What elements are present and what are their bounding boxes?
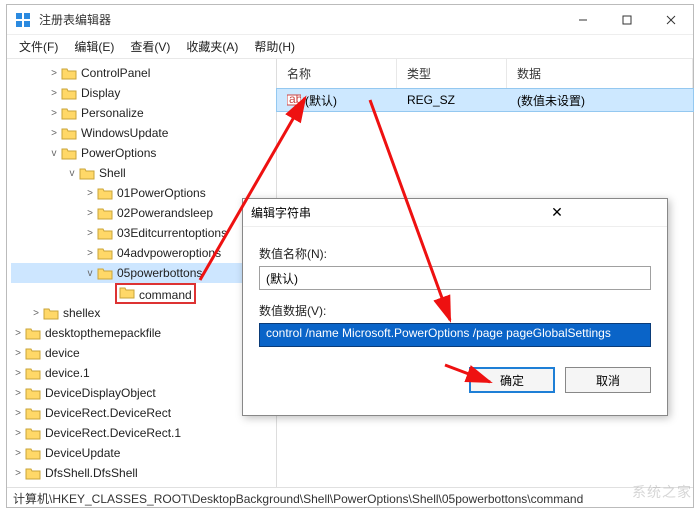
- tree-item[interactable]: vShell: [11, 163, 276, 183]
- menu-favorites[interactable]: 收藏夹(A): [180, 36, 244, 57]
- value-data-label: 数值数据(V):: [259, 302, 651, 319]
- dialog-title: 编辑字符串: [251, 204, 455, 221]
- tree-item[interactable]: v05powerbottons: [11, 263, 276, 283]
- svg-text:ab: ab: [289, 93, 301, 106]
- window-title: 注册表编辑器: [39, 11, 561, 28]
- tree-view[interactable]: >ControlPanel>Display>Personalize>Window…: [7, 59, 277, 487]
- tree-item[interactable]: >Personalize: [11, 103, 276, 123]
- tree-item[interactable]: >device.1: [11, 363, 276, 383]
- app-icon: [15, 12, 31, 28]
- menu-edit[interactable]: 编辑(E): [68, 36, 120, 57]
- maximize-button[interactable]: [605, 5, 649, 35]
- menubar: 文件(F) 编辑(E) 查看(V) 收藏夹(A) 帮助(H): [7, 35, 693, 59]
- col-header-data[interactable]: 数据: [507, 59, 693, 88]
- ok-button[interactable]: 确定: [469, 367, 555, 393]
- statusbar: 计算机\HKEY_CLASSES_ROOT\DesktopBackground\…: [7, 487, 693, 507]
- dialog-buttons: 确定 取消: [243, 359, 667, 407]
- tree-item[interactable]: command: [11, 283, 276, 303]
- list-row[interactable]: ab(默认)REG_SZ(数值未设置): [277, 89, 693, 111]
- titlebar: 注册表编辑器: [7, 5, 693, 35]
- value-name-label: 数值名称(N):: [259, 245, 651, 262]
- tree-item[interactable]: >01PowerOptions: [11, 183, 276, 203]
- list-header: 名称 类型 数据: [277, 59, 693, 89]
- tree-item[interactable]: >DeviceRect.DeviceRect.1: [11, 423, 276, 443]
- menu-view[interactable]: 查看(V): [124, 36, 176, 57]
- tree-item[interactable]: >DeviceRect.DeviceRect: [11, 403, 276, 423]
- dialog-titlebar: 编辑字符串 ✕: [243, 199, 667, 227]
- edit-string-dialog: 编辑字符串 ✕ 数值名称(N): 数值数据(V): control /name …: [242, 198, 668, 416]
- tree-item[interactable]: >WindowsUpdate: [11, 123, 276, 143]
- list-rows: ab(默认)REG_SZ(数值未设置): [277, 89, 693, 111]
- cancel-button[interactable]: 取消: [565, 367, 651, 393]
- tree-item[interactable]: >DeviceDisplayObject: [11, 383, 276, 403]
- tree-item[interactable]: >desktopthemepackfile: [11, 323, 276, 343]
- col-header-type[interactable]: 类型: [397, 59, 507, 88]
- col-header-name[interactable]: 名称: [277, 59, 397, 88]
- tree-item[interactable]: >02Powerandsleep: [11, 203, 276, 223]
- close-button[interactable]: [649, 5, 693, 35]
- tree-item[interactable]: >ControlPanel: [11, 63, 276, 83]
- tree-item[interactable]: >DeviceUpdate: [11, 443, 276, 463]
- tree-item[interactable]: >shellex: [11, 303, 276, 323]
- menu-file[interactable]: 文件(F): [13, 36, 64, 57]
- tree-item[interactable]: >03Editcurrentoptions: [11, 223, 276, 243]
- minimize-button[interactable]: [561, 5, 605, 35]
- menu-help[interactable]: 帮助(H): [248, 36, 301, 57]
- tree-item[interactable]: >04advpoweroptions: [11, 243, 276, 263]
- watermark: 系统之家: [632, 482, 692, 502]
- value-data-input[interactable]: control /name Microsoft.PowerOptions /pa…: [259, 323, 651, 347]
- tree-item[interactable]: vPowerOptions: [11, 143, 276, 163]
- window-buttons: [561, 5, 693, 35]
- dialog-close-button[interactable]: ✕: [455, 204, 659, 221]
- tree-item[interactable]: >DfsShell.DfsShell: [11, 463, 276, 483]
- value-name-input[interactable]: [259, 266, 651, 290]
- tree-item[interactable]: >Display: [11, 83, 276, 103]
- dialog-body: 数值名称(N): 数值数据(V): control /name Microsof…: [243, 227, 667, 359]
- tree-item[interactable]: >device: [11, 343, 276, 363]
